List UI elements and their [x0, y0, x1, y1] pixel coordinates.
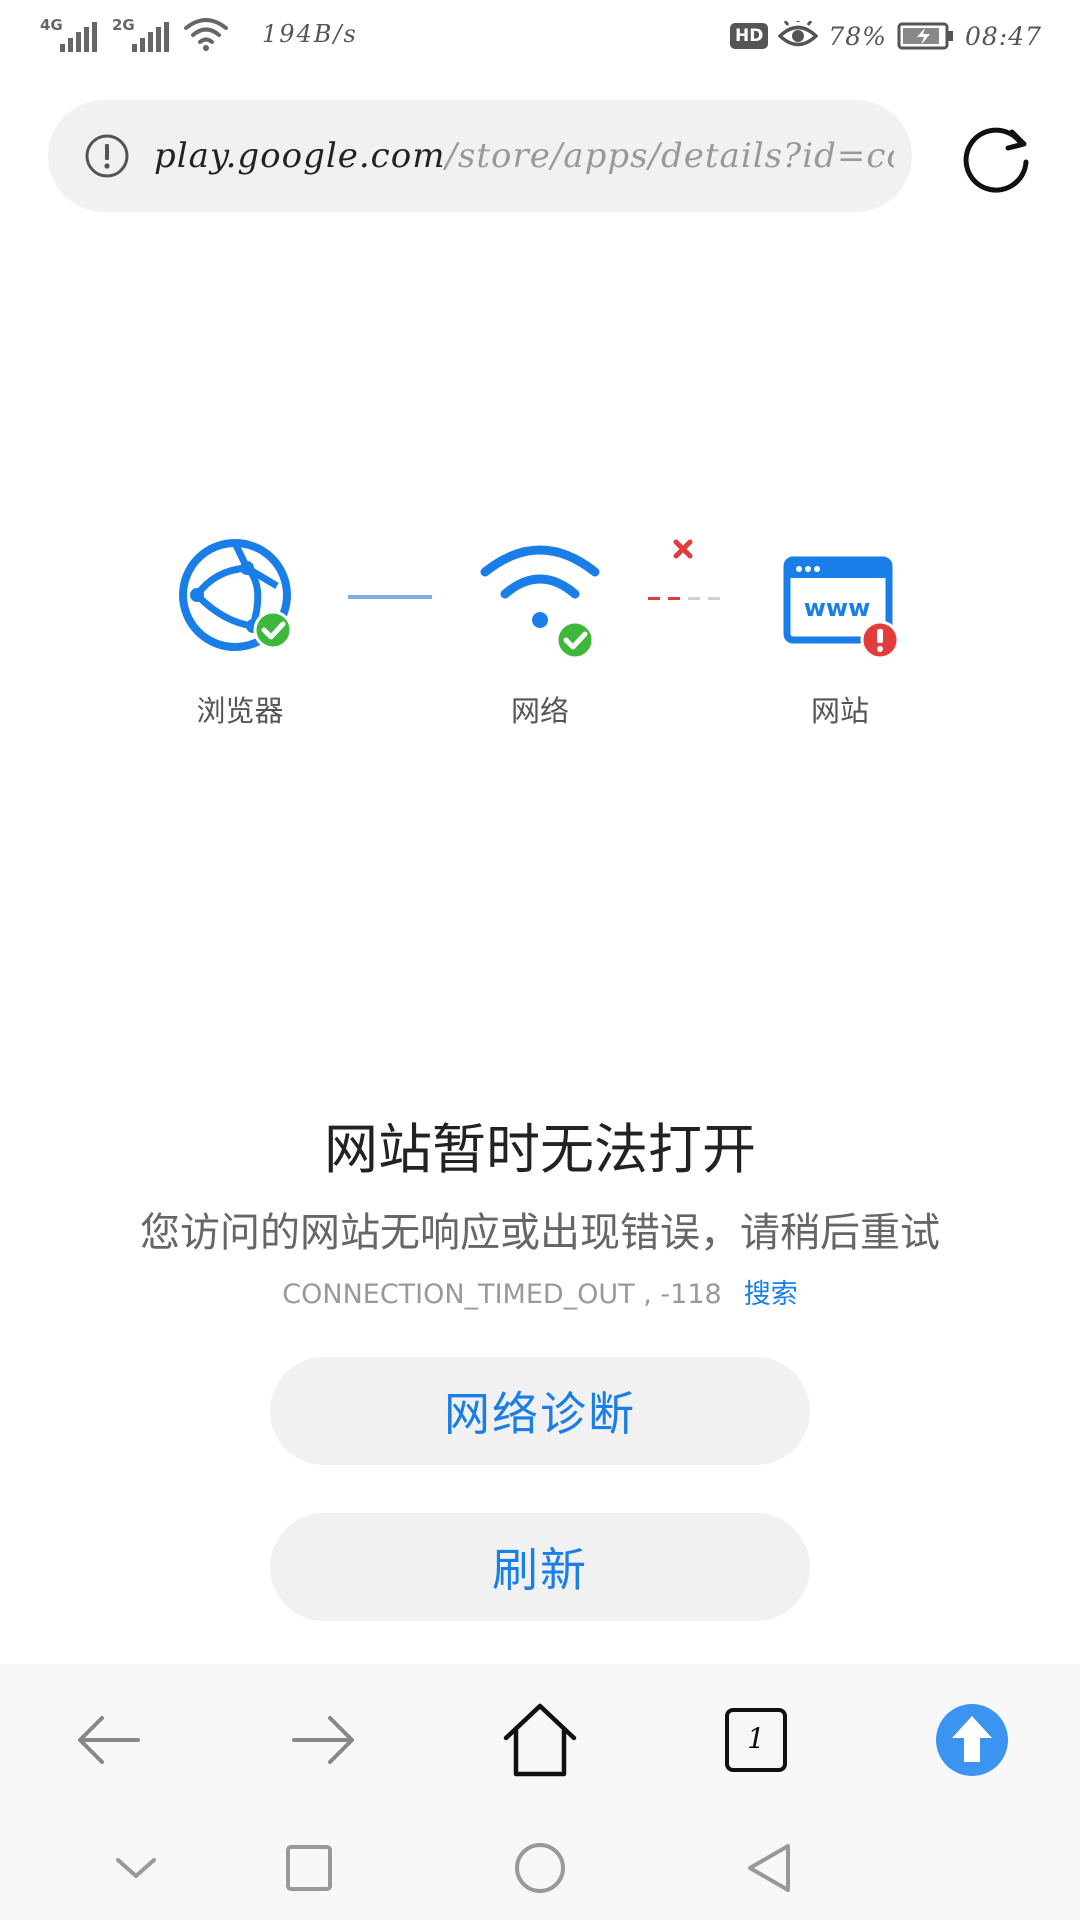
error-title: 网站暂时无法打开 [324, 1118, 756, 1181]
hd-icon: HD [730, 23, 769, 49]
website-www-icon: www [783, 556, 900, 660]
browser-globe-icon [179, 539, 293, 651]
recents-square-icon[interactable] [279, 1838, 339, 1898]
x-icon [673, 539, 693, 559]
home-icon[interactable] [500, 1700, 580, 1780]
diagram-label-website: 网站 [810, 694, 869, 728]
refresh-button[interactable]: 刷新 [270, 1513, 810, 1621]
diagram-link-ok [348, 595, 432, 599]
system-nav-bar [0, 1808, 1080, 1920]
battery-charging-icon [897, 22, 953, 50]
address-bar[interactable]: play.google.com/store/apps/details?id=co… [48, 100, 912, 212]
error-code-line: CONNECTION_TIMED_OUT , -118 搜索 [0, 1272, 1080, 1311]
diagram-label-browser: 浏览器 [196, 694, 284, 728]
info-circle-icon[interactable] [84, 133, 130, 179]
connection-diagram: 浏览器 网络 www 网站 [0, 530, 1080, 730]
clock: 08:47 [964, 21, 1042, 51]
diagram-node-browser: 浏览器 [140, 530, 340, 730]
upload-icon[interactable] [932, 1700, 1012, 1780]
tabs-button[interactable]: 1 [716, 1700, 796, 1780]
diagram-node-website: www 网站 [740, 530, 940, 730]
wifi-icon [184, 18, 228, 51]
status-bar-right: HD 78% 08:47 [730, 14, 1042, 58]
reload-icon[interactable] [960, 118, 1036, 194]
signal-icon [60, 22, 97, 52]
back-arrow-icon[interactable] [68, 1700, 148, 1780]
url-path: /store/apps/details?id=com [445, 136, 894, 176]
diagram-link-broken [648, 539, 720, 600]
back-triangle-icon[interactable] [740, 1838, 800, 1898]
svg-text:www: www [804, 594, 871, 622]
url-text[interactable]: play.google.com/store/apps/details?id=co… [154, 136, 894, 176]
sim2-signal: 2G [112, 14, 170, 54]
forward-arrow-icon[interactable] [284, 1700, 364, 1780]
eye-icon [778, 21, 819, 47]
status-bar-left: 4G 2G 194B/s [40, 14, 358, 54]
diagram-label-network: 网络 [510, 694, 569, 728]
home-circle-icon[interactable] [510, 1838, 570, 1898]
network-diagnose-button[interactable]: 网络诊断 [270, 1357, 810, 1465]
battery-percentage: 78% [828, 21, 887, 51]
browser-toolbar: 1 [0, 1664, 1080, 1808]
search-link[interactable]: 搜索 [744, 1279, 798, 1310]
url-host: play.google.com [154, 136, 446, 176]
diagram-node-network: 网络 [440, 530, 640, 730]
collapse-chevron-icon[interactable] [106, 1838, 166, 1898]
error-subtitle: 您访问的网站无响应或出现错误，请稍后重试 [140, 1210, 940, 1256]
tab-count: 1 [747, 1722, 765, 1755]
sim1-signal: 4G [40, 14, 98, 54]
signal-icon [132, 22, 169, 52]
network-speed: 194B/s [262, 20, 358, 48]
wifi-icon [480, 545, 600, 660]
status-bar: 4G 2G 194B/s HD 78% 08:47 [0, 0, 1080, 80]
error-code: CONNECTION_TIMED_OUT , -118 [282, 1279, 722, 1310]
